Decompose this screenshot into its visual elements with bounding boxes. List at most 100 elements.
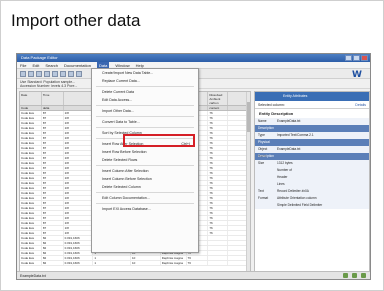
entity-field-value[interactable]: Record Delimiter #x0A [275,188,369,195]
table-row[interactable]: Code Eve820.091,1606110Daphnia magna76 [20,261,250,266]
table-cell[interactable]: Code Eve [20,186,42,190]
table-cell[interactable]: 76 [208,181,229,185]
table-cell[interactable]: Code Eve [20,206,42,210]
menu-item-insert-row-before[interactable]: Insert Row Before Selection [92,148,198,156]
table-cell[interactable]: 87 [42,221,64,225]
table-cell[interactable]: 87 [42,201,64,205]
entity-field-value[interactable]: 1312 bytes [275,160,369,167]
table-cell[interactable]: 1/8 [64,136,94,140]
table-cell[interactable]: 76 [187,261,209,265]
table-cell[interactable]: Code Eve [20,111,42,115]
table-cell[interactable]: 82 [42,256,64,260]
entity-field-value[interactable] [275,125,369,132]
table-cell[interactable]: 1/8 [64,176,94,180]
table-cell[interactable]: 76 [208,176,229,180]
table-cell[interactable]: 1/8 [64,126,94,130]
table-cell[interactable]: 87 [42,116,64,120]
table-cell[interactable]: 87 [42,206,64,210]
table-cell[interactable]: 87 [42,171,64,175]
table-cell[interactable]: 87 [42,151,64,155]
menu-item-insert-col-after[interactable]: Insert Column After Selection [92,167,198,175]
table-cell[interactable]: 76 [208,151,229,155]
table-cell[interactable]: 87 [42,176,64,180]
entity-field-value[interactable] [275,153,369,160]
details-link[interactable]: Details [355,101,366,109]
table-cell[interactable]: 76 [208,226,229,230]
menu-item-convert-table[interactable]: Convert Data to Table... [92,118,198,126]
table-cell[interactable]: 1/8 [64,211,94,215]
menu-item-edit-column-doc[interactable]: Edit Column Documentation... [92,194,198,202]
entity-field-value[interactable]: Number of [275,167,369,174]
save-icon[interactable] [36,70,42,77]
menu-edit[interactable]: Edit [32,62,39,68]
table-cell[interactable]: 87 [42,211,64,215]
table-cell[interactable]: 87 [42,111,64,115]
table-cell[interactable]: 1/8 [64,146,94,150]
table-cell[interactable]: 82 [42,246,64,250]
menu-item-delete-rows[interactable]: Delete Selected Rows [92,156,198,164]
table-cell[interactable]: 87 [42,161,64,165]
table-cell[interactable]: 0.091,1606 [64,261,94,265]
table-cell[interactable]: 87 [42,141,64,145]
table-cell[interactable]: 0.091,1606 [64,236,94,240]
table-cell[interactable] [208,256,229,260]
table-cell[interactable]: 76 [187,256,209,260]
table-cell[interactable]: 87 [42,186,64,190]
table-cell[interactable]: Code Eve [20,236,42,240]
print-icon[interactable] [44,70,50,77]
table-cell[interactable]: 87 [42,146,64,150]
table-cell[interactable]: 1/8 [64,131,94,135]
table-cell[interactable]: 76 [208,216,229,220]
table-cell[interactable]: 1/8 [64,231,94,235]
table-cell[interactable]: Code Eve [20,231,42,235]
table-cell[interactable]: 87 [42,196,64,200]
table-cell[interactable]: 87 [42,136,64,140]
menu-item-import-access-db[interactable]: Import EXI Access Database... [92,205,198,213]
table-cell[interactable]: 76 [208,136,229,140]
minimize-icon[interactable] [345,55,352,61]
entity-field-value[interactable]: Lines [275,181,369,188]
table-cell[interactable]: Code Eve [20,171,42,175]
table-cell[interactable]: 76 [208,116,229,120]
table-cell[interactable]: 82 [42,251,64,255]
table-cell[interactable]: 76 [208,171,229,175]
table-cell[interactable]: Daphnia magna [161,261,187,265]
table-cell[interactable]: 76 [208,131,229,135]
table-cell[interactable]: 87 [42,131,64,135]
table-cell[interactable]: Code Eve [20,191,42,195]
table-cell[interactable]: 76 [208,126,229,130]
table-cell[interactable]: Code Eve [20,156,42,160]
entity-field-value[interactable]: ExampleData.txt [275,118,369,125]
table-cell[interactable]: 76 [208,156,229,160]
scrollbar-thumb[interactable] [247,102,250,132]
menu-search[interactable]: Search [45,62,58,68]
table-cell[interactable] [208,246,229,250]
cut-icon[interactable] [52,70,58,77]
table-cell[interactable]: 87 [42,121,64,125]
table-cell[interactable]: Code Eve [20,196,42,200]
menu-file[interactable]: File [20,62,26,68]
table-cell[interactable]: Code Eve [20,116,42,120]
table-cell[interactable] [208,236,229,240]
table-cell[interactable]: 87 [42,231,64,235]
table-cell[interactable]: 0.091,1606 [64,251,94,255]
table-cell[interactable]: 82 [42,261,64,265]
table-cell[interactable]: 1/8 [64,226,94,230]
table-cell[interactable]: 87 [42,226,64,230]
table-cell[interactable]: 1/8 [64,216,94,220]
table-cell[interactable]: Code Eve [20,241,42,245]
menu-item-edit-access[interactable]: Edit Data Access... [92,96,198,104]
table-cell[interactable]: 76 [208,191,229,195]
table-cell[interactable]: 1/8 [64,201,94,205]
table-cell[interactable]: Code Eve [20,161,42,165]
column-header[interactable] [64,92,94,105]
table-cell[interactable]: Code Eve [20,226,42,230]
table-cell[interactable]: 76 [208,221,229,225]
table-cell[interactable]: Code Eve [20,146,42,150]
table-cell[interactable]: Code Eve [20,256,42,260]
table-cell[interactable]: 76 [208,196,229,200]
table-cell[interactable]: 76 [208,141,229,145]
table-cell[interactable]: 76 [208,206,229,210]
menu-item-delete-column[interactable]: Delete Selected Column [92,183,198,191]
table-cell[interactable]: 0.091,1606 [64,256,94,260]
